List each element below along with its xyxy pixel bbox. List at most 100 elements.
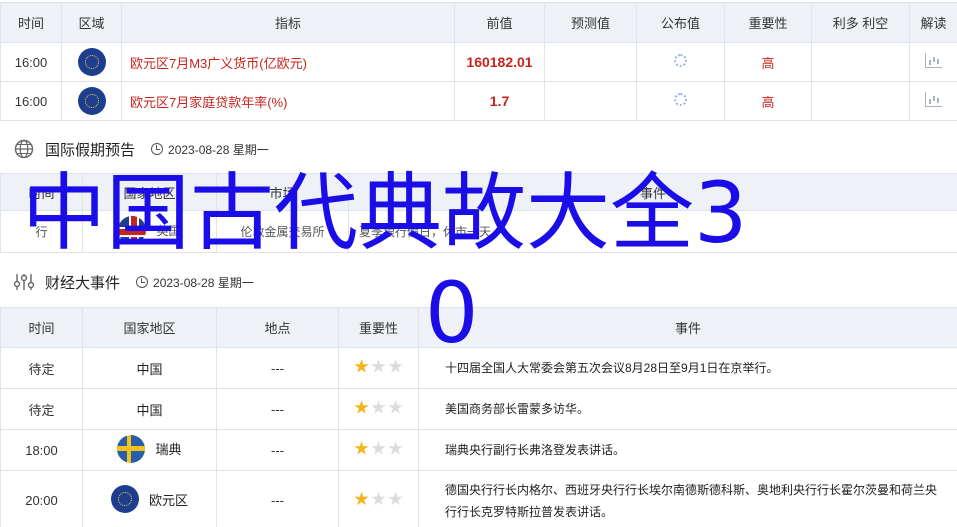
event-text: 瑞典央行副行长弗洛登发表讲话。 <box>418 429 957 471</box>
importance-value: 高 <box>724 42 812 82</box>
importance-stars <box>338 347 419 389</box>
events-section-header: 财经大事件 2023-08-28 星期一 <box>0 260 957 304</box>
indicator-link[interactable]: 欧元区7月家庭贷款年率(%) <box>121 81 455 121</box>
sliders-icon <box>13 271 35 293</box>
star-filled-icon <box>354 441 369 455</box>
forecast-value <box>544 81 637 121</box>
country-name: 中国 <box>82 347 217 389</box>
col-time: 时间 <box>0 173 83 211</box>
events-table: 时间 国家地区 地点 重要性 事件 待定 中国 --- 十四届全国人大常委会第五… <box>0 307 957 527</box>
star-empty-icon <box>371 491 386 506</box>
star-empty-icon <box>388 491 403 506</box>
economic-data-table: 时间 区域 指标 前值 预测值 公布值 重要性 利多 利空 解读 16:00 欧… <box>0 2 957 121</box>
loading-icon <box>674 54 687 67</box>
holiday-date-text: 2023-08-28 星期一 <box>168 142 269 157</box>
table-row[interactable]: 待定 中国 --- 美国商务部长雷蒙多访华。 <box>0 388 957 430</box>
star-empty-icon <box>388 441 403 455</box>
location: --- <box>216 470 339 527</box>
star-filled-icon <box>354 491 369 506</box>
importance-value: 高 <box>724 81 812 121</box>
holiday-table: 时间 国家地区 市场 事件 行 英国 伦敦金属交易所 夏季银行假日，休市一天 <box>0 173 957 253</box>
row-time: 18:00 <box>0 429 83 471</box>
location: --- <box>216 429 339 471</box>
uk-flag-icon <box>118 216 147 244</box>
star-filled-icon <box>354 359 369 373</box>
col-country: 国家地区 <box>82 307 217 348</box>
star-filled-icon <box>354 400 369 414</box>
sweden-flag-icon <box>117 434 146 463</box>
loading-icon <box>674 93 687 106</box>
col-forecast: 预测值 <box>544 2 637 43</box>
location: --- <box>216 388 339 430</box>
country-name: 英国 <box>156 223 181 238</box>
col-importance: 重要性 <box>338 307 419 348</box>
table-row[interactable]: 16:00 欧元区7月家庭贷款年率(%) 1.7 高 <box>0 81 957 121</box>
events-date: 2023-08-28 星期一 <box>136 274 254 291</box>
row-time: 待定 <box>0 347 83 389</box>
importance-stars <box>338 429 419 471</box>
impact-value <box>811 81 910 121</box>
importance-stars <box>338 470 419 527</box>
col-time: 时间 <box>0 307 83 348</box>
clock-icon <box>151 143 164 155</box>
table-row[interactable]: 待定 中国 --- 十四届全国人大常委会第五次会议8月28日至9月1日在京举行。 <box>0 347 957 389</box>
holiday-date: 2023-08-28 星期一 <box>151 141 269 158</box>
col-event: 事件 <box>418 307 957 348</box>
row-time: 行 <box>0 210 83 253</box>
eu-flag-icon <box>77 87 106 115</box>
event-text: 德国央行行长内格尔、西班牙央行行长埃尔南德斯德科斯、奥地利央行行长霍尔茨曼和荷兰… <box>418 470 957 527</box>
forecast-value <box>544 42 637 82</box>
impact-value <box>811 42 910 82</box>
col-impact: 利多 利空 <box>811 2 910 43</box>
col-country: 国家地区 <box>82 173 217 211</box>
market-name: 伦敦金属交易所 <box>216 210 349 253</box>
holiday-title: 国际假期预告 <box>45 141 136 159</box>
table-row[interactable]: 18:00 瑞典 --- 瑞典央行副行长弗洛登发表讲话。 <box>0 429 957 471</box>
clock-icon <box>136 276 149 288</box>
star-empty-icon <box>371 400 386 414</box>
holiday-header-row: 时间 国家地区 市场 事件 <box>0 173 957 211</box>
table-row[interactable]: 行 英国 伦敦金属交易所 夏季银行假日，休市一天 <box>0 210 957 253</box>
country-name: 欧元区 <box>148 492 188 508</box>
country-name: 瑞典 <box>155 442 182 457</box>
col-market: 市场 <box>216 173 349 211</box>
row-time: 20:00 <box>0 470 83 527</box>
col-region: 区域 <box>61 2 122 43</box>
table-row[interactable]: 16:00 欧元区7月M3广义货币(亿欧元) 160182.01 高 <box>0 42 957 82</box>
star-empty-icon <box>388 400 403 414</box>
location: --- <box>216 347 339 389</box>
previous-value: 160182.01 <box>454 42 545 82</box>
star-empty-icon <box>371 359 386 373</box>
holiday-event: 夏季银行假日，休市一天 <box>348 210 957 253</box>
event-text: 十四届全国人大常委会第五次会议8月28日至9月1日在京举行。 <box>418 347 957 389</box>
importance-stars <box>338 388 419 430</box>
previous-value: 1.7 <box>454 81 545 121</box>
row-time: 16:00 <box>0 42 62 82</box>
col-actual: 公布值 <box>636 2 725 43</box>
col-event: 事件 <box>348 173 957 211</box>
col-location: 地点 <box>216 307 339 348</box>
eu-flag-icon <box>110 485 139 513</box>
chart-icon[interactable] <box>925 53 942 68</box>
eco-header-row: 时间 区域 指标 前值 预测值 公布值 重要性 利多 利空 解读 <box>0 2 957 43</box>
col-indicator: 指标 <box>121 2 455 43</box>
events-title: 财经大事件 <box>45 274 121 292</box>
row-time: 待定 <box>0 388 83 430</box>
col-previous: 前值 <box>454 2 545 43</box>
events-date-text: 2023-08-28 星期一 <box>153 275 254 290</box>
eu-flag-icon <box>77 48 106 76</box>
row-time: 16:00 <box>0 81 62 121</box>
col-time: 时间 <box>0 2 62 43</box>
holiday-section-header: 国际假期预告 2023-08-28 星期一 <box>0 127 957 171</box>
table-row[interactable]: 20:00 欧元区 --- 德国央行行长内格尔、西班牙央行行长埃尔南德斯德科斯、… <box>0 470 957 527</box>
events-header-row: 时间 国家地区 地点 重要性 事件 <box>0 307 957 348</box>
globe-icon <box>13 138 35 160</box>
star-empty-icon <box>371 441 386 455</box>
country-name: 中国 <box>82 388 217 430</box>
star-empty-icon <box>388 359 403 373</box>
chart-icon[interactable] <box>925 92 942 107</box>
col-importance: 重要性 <box>724 2 812 43</box>
col-interpretation: 解读 <box>909 2 957 43</box>
indicator-link[interactable]: 欧元区7月M3广义货币(亿欧元) <box>121 42 455 82</box>
event-text: 美国商务部长雷蒙多访华。 <box>418 388 957 430</box>
